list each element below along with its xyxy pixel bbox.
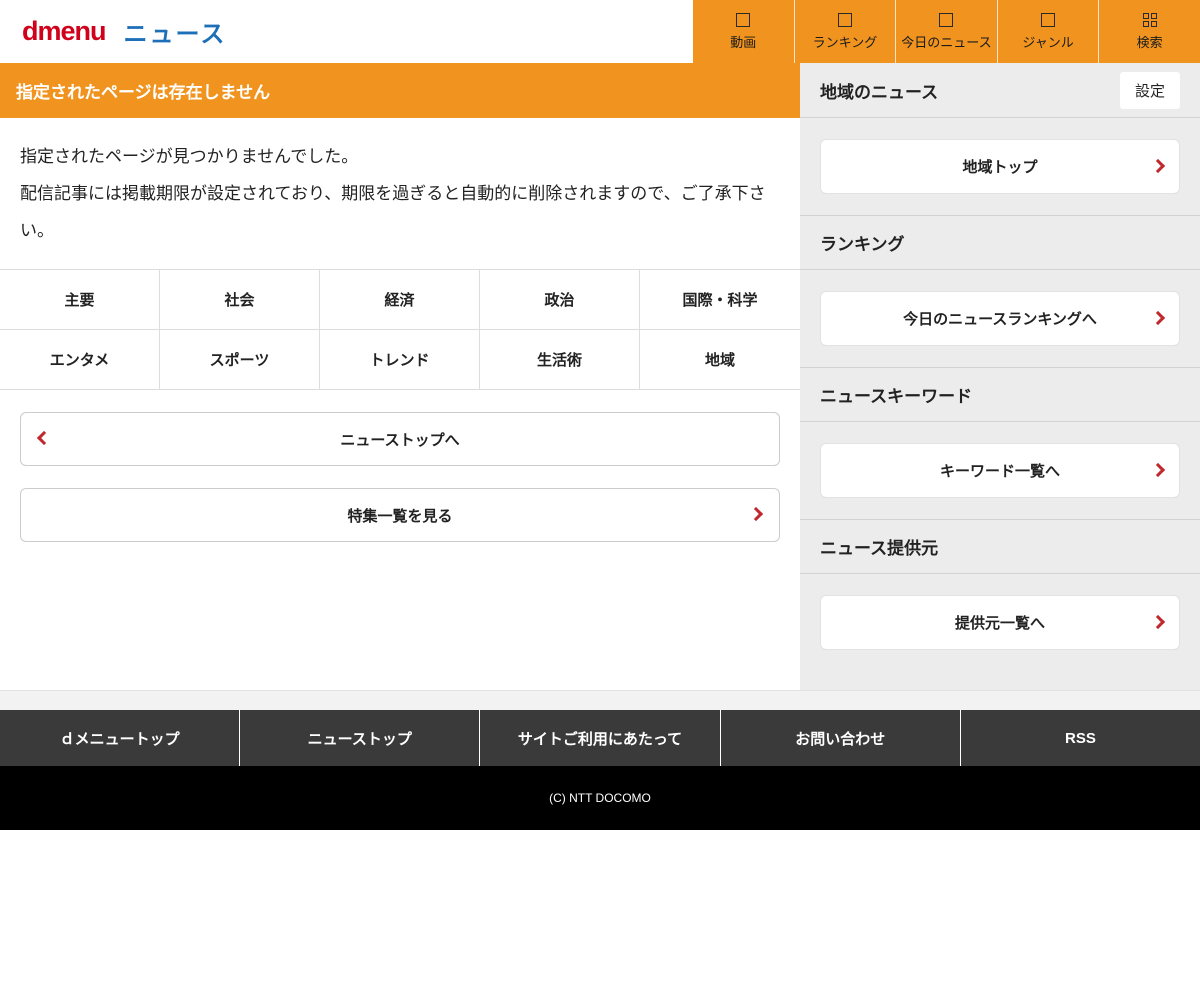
sidebar-section-keywords: ニュースキーワード	[800, 367, 1200, 422]
category-lifestyle[interactable]: 生活術	[480, 330, 640, 390]
error-content: 指定されたページは存在しません 指定されたページが見つかりませんでした。 配信記…	[0, 63, 800, 690]
pre-footer-spacer	[0, 690, 1200, 710]
category-economy[interactable]: 経済	[320, 270, 480, 330]
chevron-right-icon	[1151, 462, 1165, 476]
nav-item-today-news[interactable]: 今日のニュース	[895, 0, 997, 63]
sidebar-section-providers: ニュース提供元	[800, 519, 1200, 574]
nav-item-genre[interactable]: ジャンル	[997, 0, 1099, 63]
top-navigation: 動画 ランキング 今日のニュース ジャンル 検索	[693, 0, 1200, 63]
settings-button[interactable]: 設定	[1120, 72, 1180, 109]
chevron-right-icon	[1151, 158, 1165, 172]
ranking-icon	[838, 13, 852, 27]
page: dmenu ニュース 動画 ランキング 今日のニュース ジャンル 検索	[0, 0, 1200, 830]
nav-label: ジャンル	[1022, 32, 1073, 51]
category-sports[interactable]: スポーツ	[160, 330, 320, 390]
nav-label: ランキング	[813, 32, 878, 51]
provider-list-link[interactable]: 提供元一覧へ	[820, 595, 1180, 650]
error-banner: 指定されたページは存在しません	[0, 63, 800, 118]
category-society[interactable]: 社会	[160, 270, 320, 330]
chevron-right-icon	[1151, 310, 1165, 324]
nav-item-video[interactable]: 動画	[693, 0, 794, 63]
nav-item-ranking[interactable]: ランキング	[794, 0, 896, 63]
category-world-science[interactable]: 国際・科学	[640, 270, 800, 330]
sidebar-section-ranking: ランキング	[800, 215, 1200, 270]
region-top-link-label: 地域トップ	[962, 156, 1037, 177]
providers-heading: ニュース提供元	[820, 534, 938, 559]
news-top-button[interactable]: ニューストップへ	[20, 412, 780, 466]
genre-icon	[1041, 13, 1055, 27]
keywords-heading: ニュースキーワード	[820, 382, 972, 407]
chevron-right-icon	[1151, 614, 1165, 628]
category-trend[interactable]: トレンド	[320, 330, 480, 390]
nav-label: 今日のニュース	[901, 32, 991, 51]
search-icon	[1143, 13, 1157, 27]
error-message-line2: 配信記事には掲載期限が設定されており、期限を過ぎると自動的に削除されますので、ご…	[20, 175, 780, 249]
provider-list-link-label: 提供元一覧へ	[955, 612, 1045, 633]
brand-area: dmenu ニュース	[0, 0, 693, 63]
error-message-line1: 指定されたページが見つかりませんでした。	[20, 138, 780, 175]
keywords-card-wrap: キーワード一覧へ	[800, 422, 1200, 519]
chevron-right-icon	[749, 507, 763, 521]
today-ranking-link[interactable]: 今日のニュースランキングへ	[820, 291, 1180, 346]
footer-link-rss[interactable]: RSS	[960, 710, 1200, 766]
main-area: 指定されたページは存在しません 指定されたページが見つかりませんでした。 配信記…	[0, 63, 1200, 690]
footer-link-contact[interactable]: お問い合わせ	[720, 710, 960, 766]
providers-card-wrap: 提供元一覧へ	[800, 574, 1200, 671]
footer-link-news-top[interactable]: ニューストップ	[239, 710, 479, 766]
today-news-icon	[939, 13, 953, 27]
nav-item-search[interactable]: 検索	[1098, 0, 1200, 63]
service-name[interactable]: ニュース	[124, 14, 227, 49]
nav-label: 動画	[730, 32, 756, 51]
ranking-card-wrap: 今日のニュースランキングへ	[800, 270, 1200, 367]
error-message: 指定されたページが見つかりませんでした。 配信記事には掲載期限が設定されており、…	[0, 118, 800, 265]
category-entertainment[interactable]: エンタメ	[0, 330, 160, 390]
chevron-left-icon	[37, 431, 51, 445]
region-news-heading: 地域のニュース	[820, 78, 938, 103]
keyword-list-link[interactable]: キーワード一覧へ	[820, 443, 1180, 498]
news-top-button-label: ニューストップへ	[340, 429, 459, 450]
sidebar: 地域のニュース 設定 地域トップ ランキング 今日のニュースランキングへ ニュー	[800, 63, 1200, 690]
dmenu-logo[interactable]: dmenu	[22, 16, 106, 47]
video-icon	[736, 13, 750, 27]
nav-label: 検索	[1137, 32, 1163, 51]
region-top-card-wrap: 地域トップ	[800, 118, 1200, 215]
top-header: dmenu ニュース 動画 ランキング 今日のニュース ジャンル 検索	[0, 0, 1200, 63]
keyword-list-link-label: キーワード一覧へ	[940, 460, 1060, 481]
footer-link-site-usage[interactable]: サイトご利用にあたって	[479, 710, 719, 766]
footer: ｄメニュートップ ニューストップ サイトご利用にあたって お問い合わせ RSS …	[0, 710, 1200, 830]
today-ranking-link-label: 今日のニュースランキングへ	[903, 308, 1097, 329]
copyright-notice: (C) NTT DOCOMO	[0, 766, 1200, 830]
feature-list-button[interactable]: 特集一覧を見る	[20, 488, 780, 542]
sidebar-section-region-news: 地域のニュース 設定	[800, 63, 1200, 118]
feature-list-button-label: 特集一覧を見る	[347, 505, 452, 526]
category-politics[interactable]: 政治	[480, 270, 640, 330]
category-region[interactable]: 地域	[640, 330, 800, 390]
footer-link-dmenu-top[interactable]: ｄメニュートップ	[0, 710, 239, 766]
ranking-heading: ランキング	[820, 230, 905, 255]
region-top-link[interactable]: 地域トップ	[820, 139, 1180, 194]
category-main[interactable]: 主要	[0, 270, 160, 330]
footer-links: ｄメニュートップ ニューストップ サイトご利用にあたって お問い合わせ RSS	[0, 710, 1200, 766]
category-grid: 主要 社会 経済 政治 国際・科学 エンタメ スポーツ トレンド 生活術 地域	[0, 269, 800, 390]
